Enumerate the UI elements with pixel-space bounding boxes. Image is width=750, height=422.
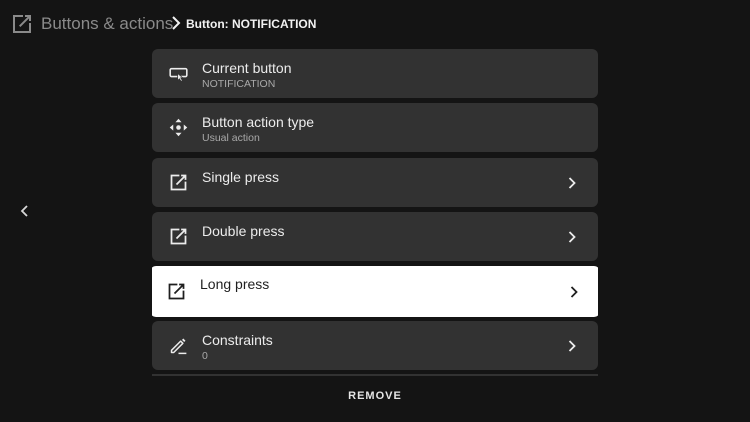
item-subtitle: Usual action [202,132,260,144]
item-label: Button action type [202,114,315,130]
open-external-icon [170,228,187,245]
pencil-icon [170,338,187,355]
item-subtitle: 0 [202,350,208,362]
breadcrumb: Button: NOTIFICATION [186,17,317,31]
chevron-right-icon [172,16,181,30]
chevron-left-icon[interactable] [18,203,32,219]
page-title: Buttons & actions [41,14,174,33]
move-arrows-icon [169,118,188,137]
chevron-right-icon [570,286,578,298]
list-item-button-action-type[interactable]: Button action type Usual action [152,103,598,152]
chevron-right-icon [568,340,576,352]
settings-list: Current button NOTIFICATION Button actio… [152,49,598,376]
list-item-long-press[interactable]: Long press [152,266,598,317]
open-external-icon [13,15,31,33]
screen: Buttons & actions Button: NOTIFICATION C… [0,0,750,422]
list-item-constraints[interactable]: Constraints 0 [152,321,598,370]
chevron-right-icon [568,231,576,243]
remove-button[interactable]: REMOVE [300,387,450,405]
list-item-single-press[interactable]: Single press [152,158,598,207]
list-item-double-press[interactable]: Double press [152,212,598,261]
item-label: Single press [202,169,280,185]
item-label: Double press [202,223,285,239]
item-label: Constraints [202,332,273,348]
header: Buttons & actions Button: NOTIFICATION [0,0,750,48]
list-next-item-edge [152,374,598,376]
list-item-current-button[interactable]: Current button NOTIFICATION [152,49,598,98]
item-label: Long press [200,276,270,292]
item-label: Current button [202,60,292,76]
remote-button-icon [169,67,188,82]
open-external-icon [170,174,187,191]
chevron-right-icon [568,177,576,189]
open-external-icon [168,283,185,300]
item-subtitle: NOTIFICATION [202,78,276,90]
